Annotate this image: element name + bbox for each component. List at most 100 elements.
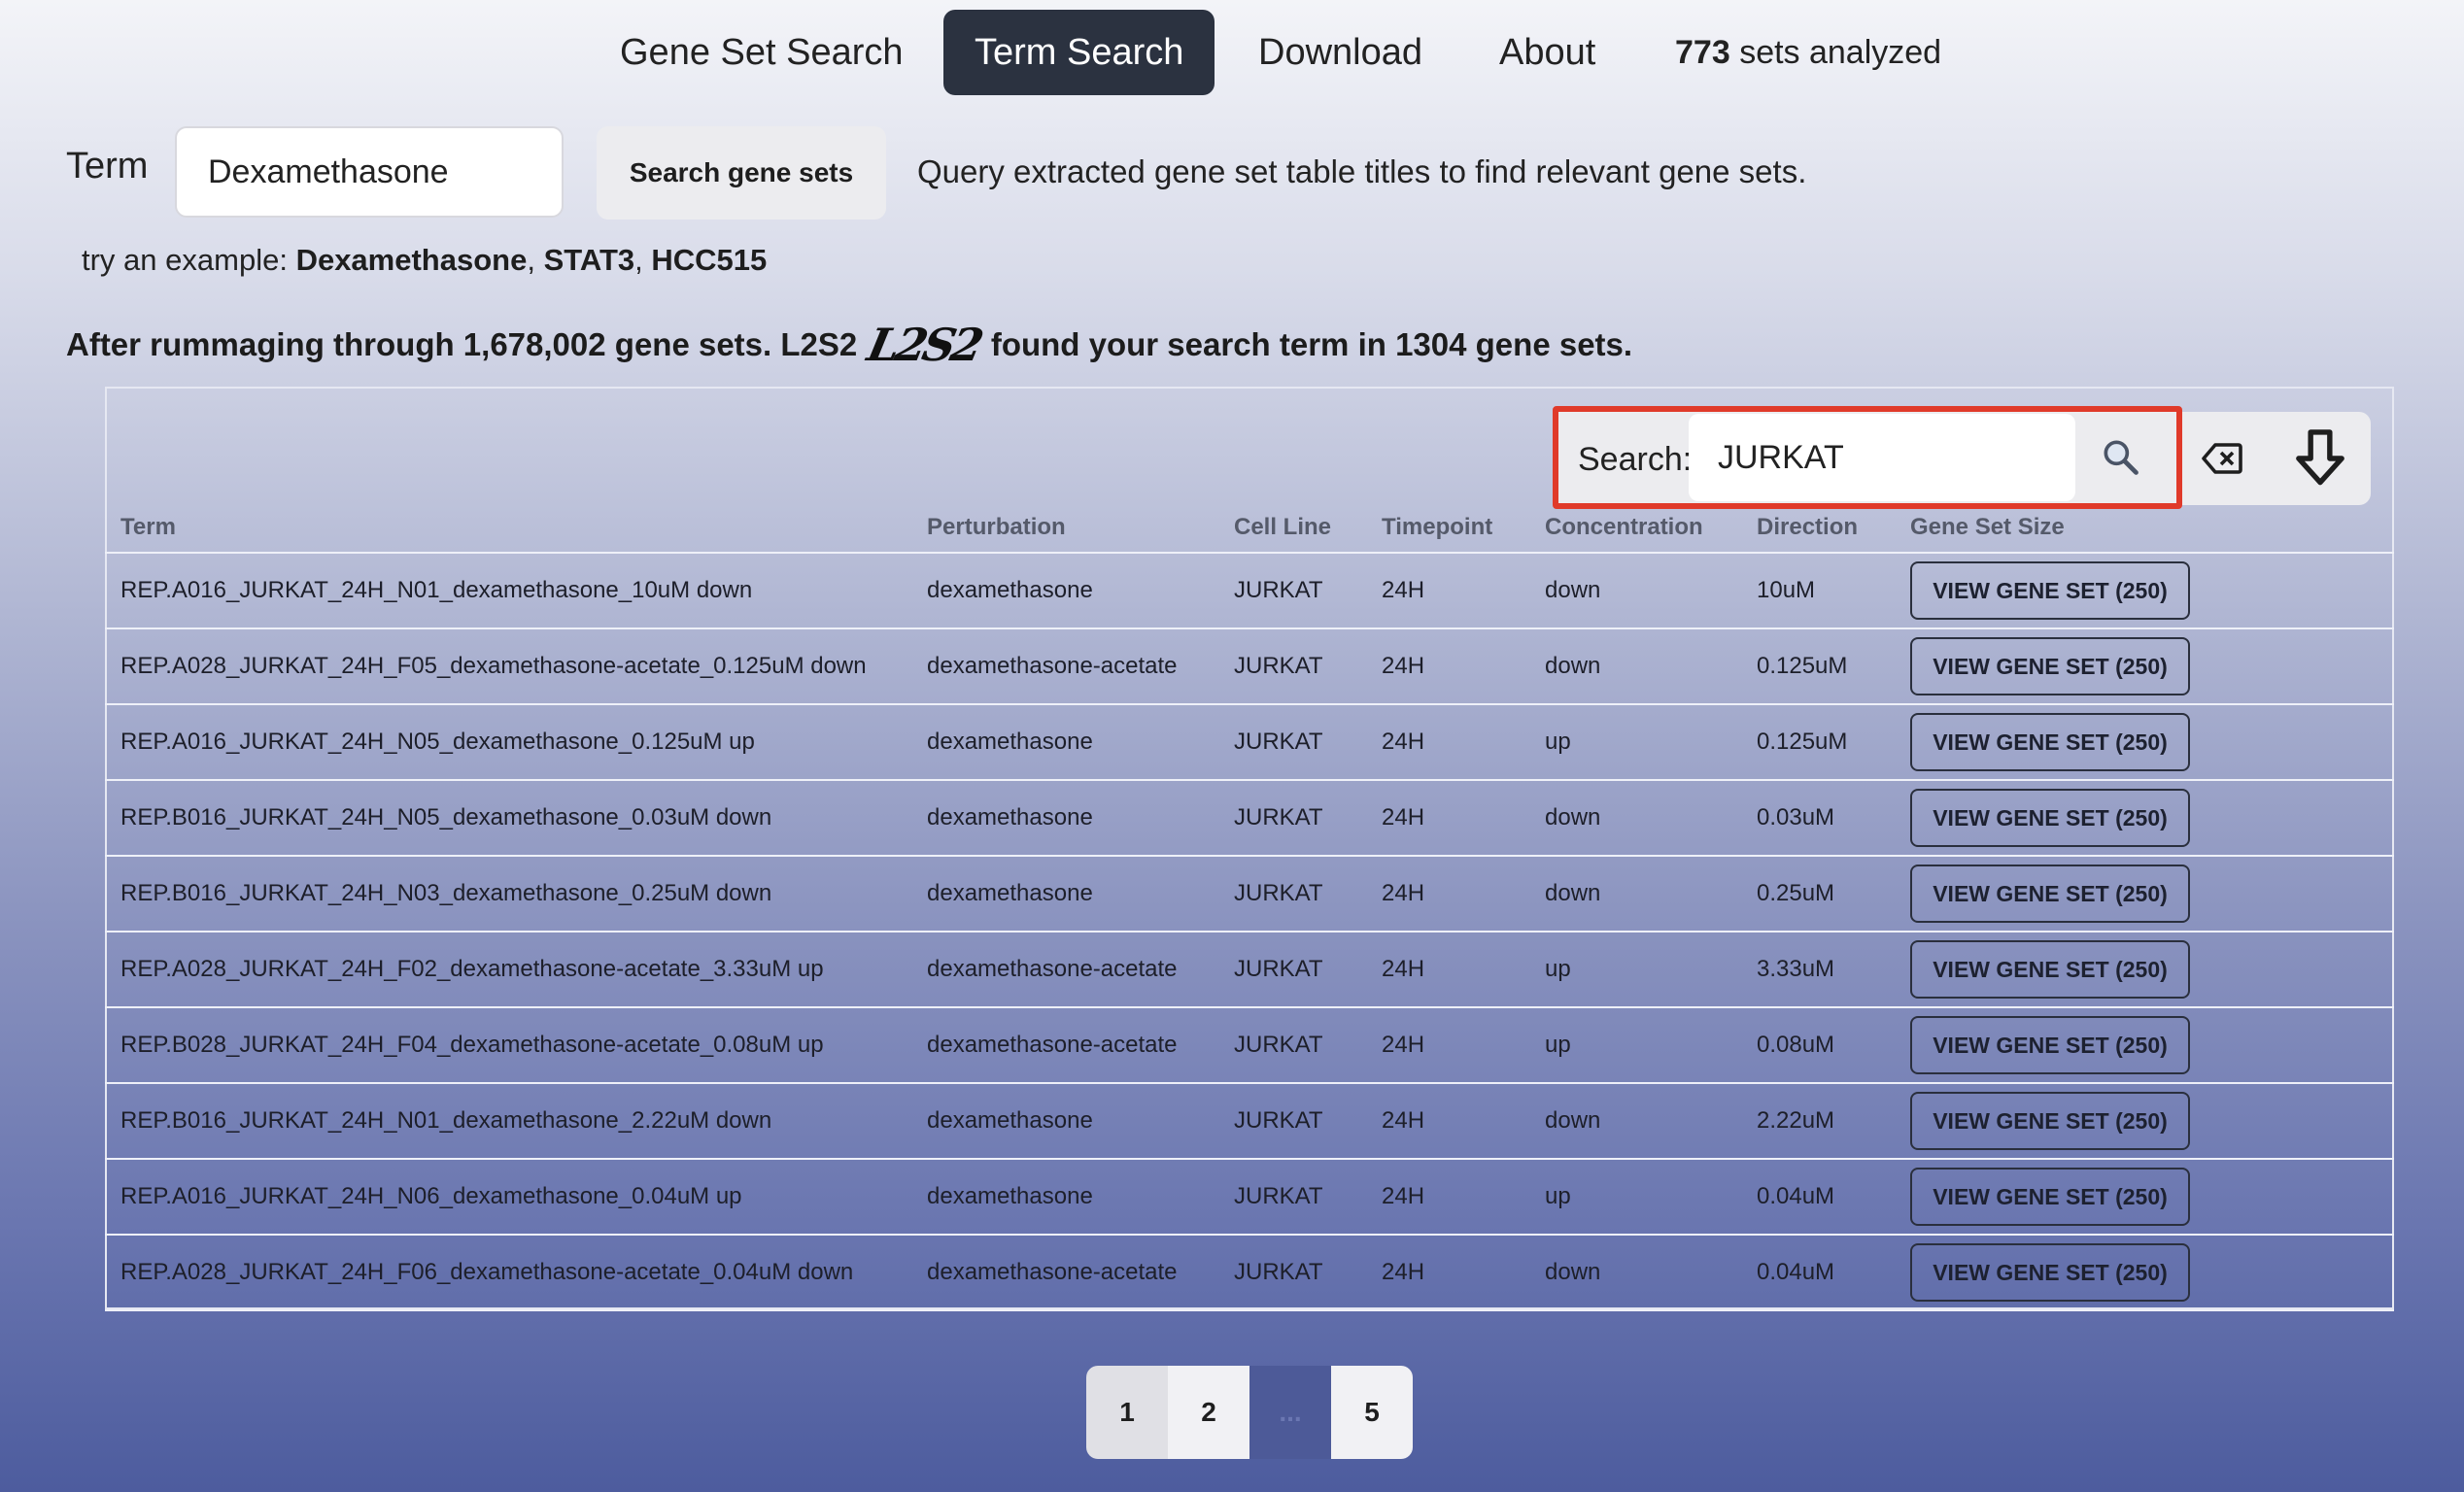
cell-perturbation: dexamethasone-acetate bbox=[911, 1007, 1218, 1084]
cell-timepoint: 24H bbox=[1366, 1083, 1529, 1160]
header-term[interactable]: Term bbox=[105, 503, 911, 554]
header-concentration[interactable]: Concentration bbox=[1529, 503, 1741, 554]
cell-timepoint: 24H bbox=[1366, 856, 1529, 932]
cell-concentration: down bbox=[1529, 628, 1741, 705]
term-input[interactable] bbox=[175, 126, 564, 218]
cell-term: REP.A028_JURKAT_24H_F06_dexamethasone-ac… bbox=[105, 1235, 911, 1311]
cell-concentration: down bbox=[1529, 553, 1741, 629]
view-gene-set-button[interactable]: VIEW GENE SET (250) bbox=[1910, 713, 2190, 771]
table-row: REP.A016_JURKAT_24H_N05_dexamethasone_0.… bbox=[105, 704, 2394, 781]
cell-term: REP.A028_JURKAT_24H_F05_dexamethasone-ac… bbox=[105, 628, 911, 705]
table-row: REP.B016_JURKAT_24H_N01_dexamethasone_2.… bbox=[105, 1083, 2394, 1160]
view-gene-set-button[interactable]: VIEW GENE SET (250) bbox=[1910, 1243, 2190, 1302]
cell-term: REP.B016_JURKAT_24H_N05_dexamethasone_0.… bbox=[105, 780, 911, 857]
view-gene-set-button[interactable]: VIEW GENE SET (250) bbox=[1910, 940, 2190, 999]
cell-gene-set-size: VIEW GENE SET (250) bbox=[1895, 856, 2394, 932]
cell-concentration: down bbox=[1529, 780, 1741, 857]
summary-before: After rummaging through 1,678,002 gene s… bbox=[66, 326, 858, 362]
cell-direction: 0.04uM bbox=[1741, 1159, 1895, 1236]
cell-gene-set-size: VIEW GENE SET (250) bbox=[1895, 553, 2394, 629]
cell-gene-set-size: VIEW GENE SET (250) bbox=[1895, 1235, 2394, 1311]
search-gene-sets-button[interactable]: Search gene sets bbox=[597, 126, 886, 220]
view-gene-set-button[interactable]: VIEW GENE SET (250) bbox=[1910, 637, 2190, 695]
cell-term: REP.A028_JURKAT_24H_F02_dexamethasone-ac… bbox=[105, 932, 911, 1008]
cell-direction: 0.25uM bbox=[1741, 856, 1895, 932]
cell-direction: 0.125uM bbox=[1741, 628, 1895, 705]
view-gene-set-button[interactable]: VIEW GENE SET (250) bbox=[1910, 1092, 2190, 1150]
cell-cell-line: JURKAT bbox=[1218, 932, 1366, 1008]
sets-analyzed-count: 773 sets analyzed bbox=[1675, 10, 1941, 95]
pagination: 1 2 ... 5 bbox=[1086, 1366, 1413, 1459]
cell-perturbation: dexamethasone bbox=[911, 780, 1218, 857]
cell-perturbation: dexamethasone bbox=[911, 1083, 1218, 1160]
nav-gene-set-search[interactable]: Gene Set Search bbox=[620, 10, 904, 95]
example-link-stat3[interactable]: STAT3 bbox=[544, 243, 635, 277]
view-gene-set-button[interactable]: VIEW GENE SET (250) bbox=[1910, 1168, 2190, 1226]
table-search-input[interactable] bbox=[1689, 414, 2075, 501]
table-row: REP.A016_JURKAT_24H_N06_dexamethasone_0.… bbox=[105, 1159, 2394, 1236]
example-link-hcc515[interactable]: HCC515 bbox=[651, 243, 767, 277]
magnifier-icon[interactable] bbox=[2099, 435, 2141, 478]
cell-direction: 0.03uM bbox=[1741, 780, 1895, 857]
cell-gene-set-size: VIEW GENE SET (250) bbox=[1895, 1007, 2394, 1084]
cell-direction: 0.125uM bbox=[1741, 704, 1895, 781]
example-link-dexamethasone[interactable]: Dexamethasone bbox=[296, 243, 528, 277]
cell-term: REP.A016_JURKAT_24H_N05_dexamethasone_0.… bbox=[105, 704, 911, 781]
page-ellipsis: ... bbox=[1249, 1366, 1331, 1459]
cell-term: REP.B028_JURKAT_24H_F04_dexamethasone-ac… bbox=[105, 1007, 911, 1084]
sets-analyzed-number: 773 bbox=[1675, 34, 1730, 71]
nav-term-search[interactable]: Term Search bbox=[943, 10, 1215, 95]
cell-concentration: down bbox=[1529, 856, 1741, 932]
cell-timepoint: 24H bbox=[1366, 1159, 1529, 1236]
cell-cell-line: JURKAT bbox=[1218, 1159, 1366, 1236]
page-1-button[interactable]: 1 bbox=[1086, 1366, 1168, 1459]
cell-direction: 10uM bbox=[1741, 553, 1895, 629]
cell-concentration: up bbox=[1529, 932, 1741, 1008]
table-row: REP.A028_JURKAT_24H_F05_dexamethasone-ac… bbox=[105, 628, 2394, 705]
cell-gene-set-size: VIEW GENE SET (250) bbox=[1895, 780, 2394, 857]
cell-cell-line: JURKAT bbox=[1218, 704, 1366, 781]
view-gene-set-button[interactable]: VIEW GENE SET (250) bbox=[1910, 789, 2190, 847]
l2s2-logo: L2S2 bbox=[863, 319, 985, 371]
header-direction[interactable]: Direction bbox=[1741, 503, 1895, 554]
examples-line: try an example: Dexamethasone, STAT3, HC… bbox=[82, 243, 768, 277]
nav-about[interactable]: About bbox=[1499, 10, 1595, 95]
cell-perturbation: dexamethasone-acetate bbox=[911, 628, 1218, 705]
results-table: Term Perturbation Cell Line Timepoint Co… bbox=[105, 503, 2394, 1311]
table-row: REP.B028_JURKAT_24H_F04_dexamethasone-ac… bbox=[105, 1007, 2394, 1084]
table-row: REP.A028_JURKAT_24H_F06_dexamethasone-ac… bbox=[105, 1235, 2394, 1311]
cell-direction: 2.22uM bbox=[1741, 1083, 1895, 1160]
header-gene-set-size[interactable]: Gene Set Size bbox=[1895, 503, 2394, 554]
cell-cell-line: JURKAT bbox=[1218, 856, 1366, 932]
table-tools bbox=[2182, 412, 2371, 505]
cell-concentration: down bbox=[1529, 1235, 1741, 1311]
cell-cell-line: JURKAT bbox=[1218, 553, 1366, 629]
table-row: REP.A016_JURKAT_24H_N01_dexamethasone_10… bbox=[105, 553, 2394, 629]
page-5-button[interactable]: 5 bbox=[1331, 1366, 1413, 1459]
cell-perturbation: dexamethasone bbox=[911, 704, 1218, 781]
cell-direction: 0.08uM bbox=[1741, 1007, 1895, 1084]
table-header-row: Term Perturbation Cell Line Timepoint Co… bbox=[105, 503, 2394, 554]
cell-direction: 0.04uM bbox=[1741, 1235, 1895, 1311]
view-gene-set-button[interactable]: VIEW GENE SET (250) bbox=[1910, 561, 2190, 620]
summary-after: found your search term in 1304 gene sets… bbox=[990, 326, 1633, 362]
cell-concentration: up bbox=[1529, 704, 1741, 781]
view-gene-set-button[interactable]: VIEW GENE SET (250) bbox=[1910, 1016, 2190, 1074]
header-perturbation[interactable]: Perturbation bbox=[911, 503, 1218, 554]
cell-cell-line: JURKAT bbox=[1218, 1083, 1366, 1160]
page-2-button[interactable]: 2 bbox=[1168, 1366, 1249, 1459]
top-nav: Gene Set Search Term Search Download Abo… bbox=[0, 10, 2464, 95]
cell-term: REP.B016_JURKAT_24H_N01_dexamethasone_2.… bbox=[105, 1083, 911, 1160]
header-timepoint[interactable]: Timepoint bbox=[1366, 503, 1529, 554]
nav-download[interactable]: Download bbox=[1258, 10, 1422, 95]
cell-term: REP.A016_JURKAT_24H_N01_dexamethasone_10… bbox=[105, 553, 911, 629]
header-cell-line[interactable]: Cell Line bbox=[1218, 503, 1366, 554]
cell-concentration: up bbox=[1529, 1007, 1741, 1084]
table-row: REP.A028_JURKAT_24H_F02_dexamethasone-ac… bbox=[105, 932, 2394, 1008]
backspace-icon[interactable] bbox=[2200, 435, 2246, 482]
download-arrow-icon[interactable] bbox=[2291, 427, 2349, 490]
cell-timepoint: 24H bbox=[1366, 1235, 1529, 1311]
view-gene-set-button[interactable]: VIEW GENE SET (250) bbox=[1910, 865, 2190, 923]
cell-perturbation: dexamethasone bbox=[911, 553, 1218, 629]
cell-timepoint: 24H bbox=[1366, 780, 1529, 857]
